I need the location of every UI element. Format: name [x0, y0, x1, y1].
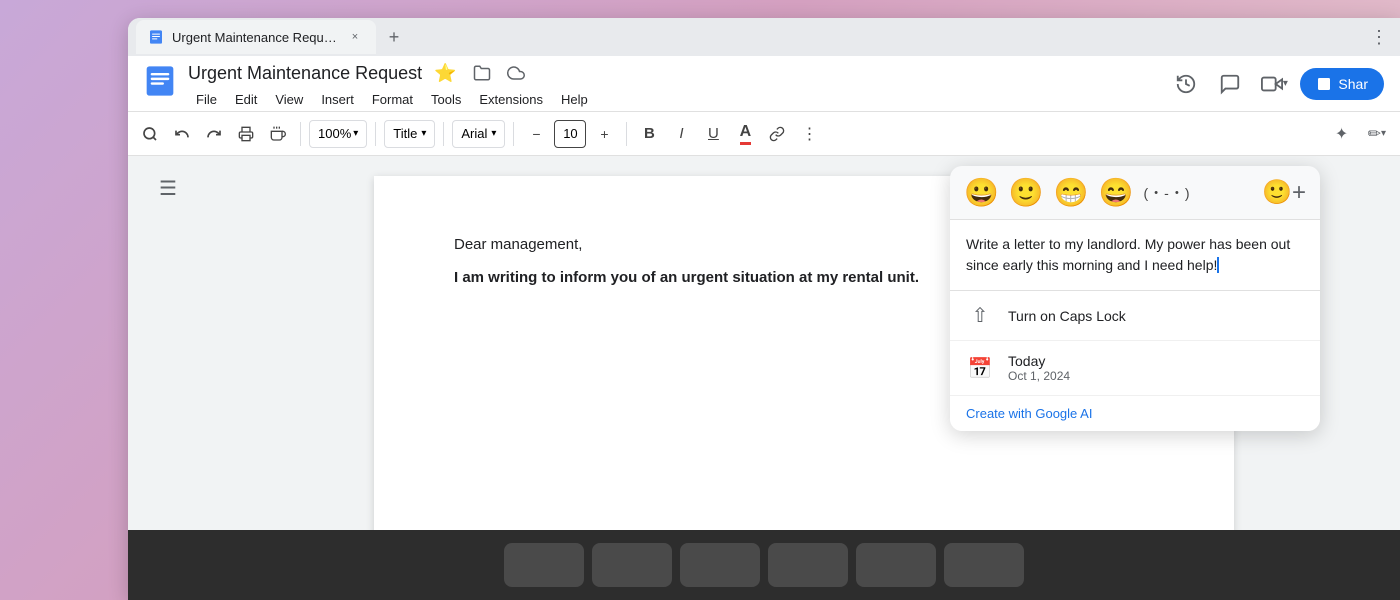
tab-title: Urgent Maintenance Request [172, 30, 338, 45]
cloud-button[interactable] [503, 60, 529, 86]
folder-button[interactable] [469, 60, 495, 86]
video-button[interactable]: ▾ [1256, 66, 1292, 102]
separator-5 [626, 122, 627, 146]
tab-doc-icon [148, 29, 164, 45]
key-3[interactable] [680, 543, 760, 587]
outline-icon[interactable]: ☰ [159, 176, 177, 201]
redo-button[interactable] [200, 120, 228, 148]
more-toolbar-button[interactable]: ⋮ [795, 120, 823, 148]
header-title-area: Urgent Maintenance Request ⭐ File Edit V… [188, 59, 1156, 109]
style-selector[interactable]: Title ▾ [384, 120, 435, 148]
ai-assist-button[interactable]: ✦ [1328, 120, 1356, 148]
key-4[interactable] [768, 543, 848, 587]
header-right: ▾ Shar [1168, 66, 1384, 102]
separator-4 [513, 122, 514, 146]
font-selector[interactable]: Arial ▾ [452, 120, 505, 148]
font-size-display[interactable]: 10 [554, 120, 586, 148]
emoji-grin[interactable]: 😀 [964, 176, 999, 209]
doc-app-icon [144, 65, 176, 102]
ai-input-area[interactable]: Write a letter to my landlord. My power … [950, 220, 1320, 291]
separator-2 [375, 122, 376, 146]
ai-input-text: Write a letter to my landlord. My power … [966, 234, 1304, 276]
caps-lock-icon: ⇧ [966, 303, 994, 328]
menu-help[interactable]: Help [553, 90, 596, 109]
menu-view[interactable]: View [267, 90, 311, 109]
key-6[interactable] [944, 543, 1024, 587]
active-tab[interactable]: Urgent Maintenance Request × [136, 20, 376, 54]
key-2[interactable] [592, 543, 672, 587]
doc-title: Urgent Maintenance Request [188, 63, 422, 84]
text-color-button[interactable]: A [731, 120, 759, 148]
search-button[interactable] [136, 120, 164, 148]
zoom-selector[interactable]: 100% ▾ [309, 120, 367, 148]
share-button[interactable]: Shar [1300, 68, 1384, 100]
new-tab-button[interactable]: + [380, 23, 408, 51]
tab-more-button[interactable]: ⋮ [1366, 23, 1392, 52]
tab-close-button[interactable]: × [346, 28, 364, 46]
today-suggestion[interactable]: 📅 Today Oct 1, 2024 [950, 341, 1320, 396]
separator-3 [443, 122, 444, 146]
share-label: Shar [1338, 76, 1368, 92]
calendar-icon: 📅 [966, 356, 994, 381]
star-button[interactable]: ⭐ [430, 59, 460, 88]
caps-lock-suggestion[interactable]: ⇧ Turn on Caps Lock [950, 291, 1320, 341]
pen-mode-button[interactable]: ✏▾ [1362, 120, 1392, 148]
menu-bar: File Edit View Insert Format Tools Exten… [188, 90, 1156, 109]
underline-button[interactable]: U [699, 120, 727, 148]
emoji-smile[interactable]: 🙂 [1009, 176, 1044, 209]
print-button[interactable] [232, 120, 260, 148]
create-with-ai-link[interactable]: Create with Google AI [950, 396, 1320, 431]
font-decrease-button[interactable]: − [522, 120, 550, 148]
font-increase-button[interactable]: + [590, 120, 618, 148]
today-info: Today Oct 1, 2024 [1008, 353, 1070, 383]
toolbar: 100% ▾ Title ▾ Arial ▾ − 10 + B I U A [128, 112, 1400, 156]
emoji-kaomoji[interactable]: (・-・) [1144, 183, 1191, 203]
italic-button[interactable]: I [667, 120, 695, 148]
app-header: Urgent Maintenance Request ⭐ File Edit V… [128, 56, 1400, 112]
paint-format-button[interactable] [264, 120, 292, 148]
menu-file[interactable]: File [188, 90, 225, 109]
emoji-grin2[interactable]: 😁 [1054, 176, 1089, 209]
key-1[interactable] [504, 543, 584, 587]
text-cursor [1217, 257, 1219, 273]
today-date: Oct 1, 2024 [1008, 369, 1070, 383]
menu-format[interactable]: Format [364, 90, 421, 109]
separator-1 [300, 122, 301, 146]
browser-window: Urgent Maintenance Request × + ⋮ Urgent … [128, 18, 1400, 600]
menu-insert[interactable]: Insert [313, 90, 362, 109]
emoji-picker-button[interactable]: 🙂+ [1262, 178, 1306, 207]
caps-lock-label: Turn on Caps Lock [1008, 308, 1126, 324]
emoji-laugh[interactable]: 😄 [1099, 176, 1134, 209]
key-5[interactable] [856, 543, 936, 587]
history-button[interactable] [1168, 66, 1204, 102]
today-label: Today [1008, 353, 1070, 369]
menu-extensions[interactable]: Extensions [471, 90, 551, 109]
bold-button[interactable]: B [635, 120, 663, 148]
menu-edit[interactable]: Edit [227, 90, 265, 109]
emoji-row: 😀 🙂 😁 😄 (・-・) 🙂+ [950, 166, 1320, 220]
undo-button[interactable] [168, 120, 196, 148]
tab-bar: Urgent Maintenance Request × + ⋮ [128, 18, 1400, 56]
link-button[interactable] [763, 120, 791, 148]
menu-tools[interactable]: Tools [423, 90, 469, 109]
emoji-ai-panel: 😀 🙂 😁 😄 (・-・) 🙂+ Write a letter to my la… [950, 166, 1320, 431]
comment-button[interactable] [1212, 66, 1248, 102]
keyboard-area [128, 530, 1400, 600]
